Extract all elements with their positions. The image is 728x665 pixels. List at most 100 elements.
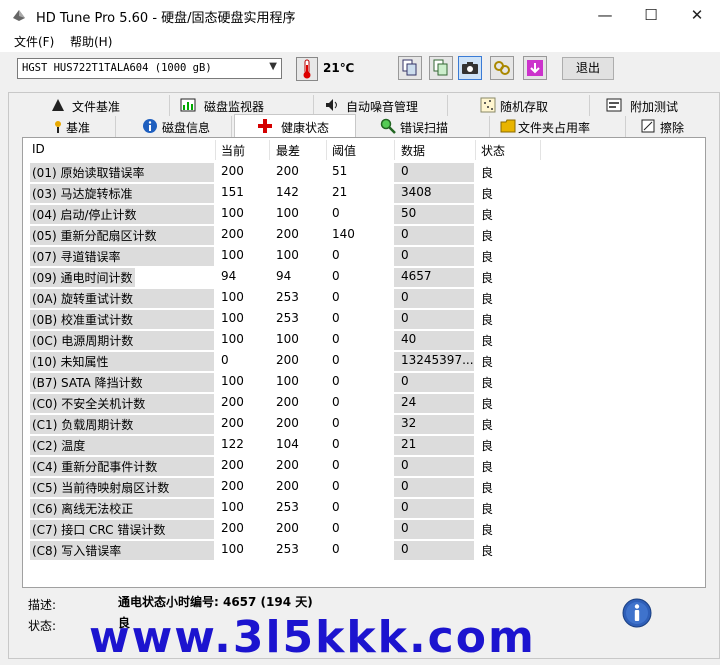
tab-erase[interactable]: 擦除: [630, 116, 706, 137]
minimize-button[interactable]: —: [582, 0, 628, 30]
row-status: 良: [481, 355, 494, 369]
row-worst: 253: [276, 542, 299, 556]
col-header-current[interactable]: 当前: [221, 142, 245, 159]
tab-file-benchmark[interactable]: 文件基准: [40, 95, 170, 116]
row-worst: 200: [276, 227, 299, 241]
exit-button[interactable]: 退出: [562, 57, 614, 80]
info-circle-icon[interactable]: [622, 598, 652, 628]
row-status: 良: [481, 334, 494, 348]
row-id: (07) 寻道错误率: [32, 250, 121, 264]
row-current: 0: [221, 353, 229, 367]
row-current: 200: [221, 227, 244, 241]
options-button[interactable]: [490, 56, 514, 80]
tab-folder-usage[interactable]: 文件夹占用率: [490, 116, 626, 137]
row-worst: 104: [276, 437, 299, 451]
row-worst: 100: [276, 248, 299, 262]
row-status: 良: [481, 208, 494, 222]
row-threshold: 0: [332, 353, 340, 367]
col-header-threshold[interactable]: 阈值: [332, 142, 356, 159]
row-id: (04) 启动/停止计数: [32, 208, 137, 222]
col-divider: [326, 140, 327, 160]
row-id: (C7) 接口 CRC 错误计数: [32, 523, 166, 537]
row-status: 良: [481, 187, 494, 201]
background-window-edge: [720, 52, 728, 665]
health-cross-icon: [258, 119, 272, 133]
tab-noise-management[interactable]: 自动噪音管理: [314, 95, 448, 116]
col-header-data[interactable]: 数据: [401, 142, 425, 159]
row-status: 良: [481, 313, 494, 327]
row-data: 32: [401, 416, 417, 430]
row-threshold: 0: [332, 479, 340, 493]
tab-benchmark[interactable]: 基准: [40, 116, 116, 137]
row-current: 151: [221, 185, 244, 199]
row-worst: 253: [276, 500, 299, 514]
row-id: (09) 通电时间计数: [32, 271, 133, 285]
drive-select[interactable]: HGST HUS722T1TALA604 (1000 gB) ▼: [17, 58, 282, 79]
col-header-id[interactable]: ID: [32, 142, 45, 156]
menu-bar: 文件(F) 帮助(H): [0, 30, 728, 52]
row-current: 200: [221, 521, 244, 535]
menu-help[interactable]: 帮助(H): [70, 33, 112, 50]
row-current: 100: [221, 374, 244, 388]
description-label: 描述:: [28, 598, 57, 612]
row-id: (C0) 不安全关机计数: [32, 397, 146, 411]
col-divider: [540, 140, 541, 160]
row-threshold: 0: [332, 248, 340, 262]
row-worst: 200: [276, 521, 299, 535]
row-threshold: 0: [332, 269, 340, 283]
speaker-icon: [326, 99, 337, 111]
row-status: 良: [481, 292, 494, 306]
chevron-down-icon: ▼: [269, 61, 277, 72]
row-threshold: 0: [332, 374, 340, 388]
tab-disk-info[interactable]: 磁盘信息: [132, 116, 232, 137]
row-data: 0: [401, 311, 409, 325]
row-id: (C1) 负载周期计数: [32, 418, 134, 432]
row-threshold: 0: [332, 458, 340, 472]
copy-all-button[interactable]: [429, 56, 453, 80]
row-worst: 100: [276, 374, 299, 388]
screenshot-button[interactable]: [458, 56, 482, 80]
row-threshold: 51: [332, 164, 348, 178]
magnifier-icon: [380, 118, 396, 134]
row-id: (05) 重新分配扇区计数: [32, 229, 157, 243]
row-worst: 253: [276, 311, 299, 325]
row-threshold: 0: [332, 395, 340, 409]
tab-health[interactable]: 健康状态: [234, 114, 356, 138]
row-data: 0: [401, 479, 409, 493]
row-data: 3408: [401, 185, 432, 199]
tab-random-access[interactable]: 随机存取: [470, 95, 590, 116]
row-data: 0: [401, 500, 409, 514]
row-id: (C8) 写入错误率: [32, 544, 122, 558]
window-title: HD Tune Pro 5.60 - 硬盘/固态硬盘实用程序: [36, 11, 296, 26]
row-current: 100: [221, 311, 244, 325]
watermark-text: www.3l5kkk.com: [89, 612, 536, 663]
tab-disk-monitor[interactable]: 磁盘监视器: [170, 95, 314, 116]
row-worst: 200: [276, 458, 299, 472]
row-status: 良: [481, 229, 494, 243]
row-current: 100: [221, 332, 244, 346]
save-icon: [527, 60, 543, 76]
col-divider: [394, 140, 395, 160]
close-button[interactable]: ✕: [674, 0, 720, 30]
row-threshold: 0: [332, 416, 340, 430]
maximize-button[interactable]: ☐: [628, 0, 674, 30]
col-header-worst[interactable]: 最差: [276, 142, 300, 159]
row-worst: 200: [276, 164, 299, 178]
tab-extra-tests[interactable]: 附加测试: [596, 95, 706, 116]
row-data: 24: [401, 395, 417, 409]
row-data: 0: [401, 374, 409, 388]
row-threshold: 21: [332, 185, 348, 199]
row-current: 100: [221, 248, 244, 262]
row-current: 122: [221, 437, 244, 451]
row-status: 良: [481, 439, 494, 453]
row-threshold: 0: [332, 500, 340, 514]
copy-button[interactable]: [398, 56, 422, 80]
row-data: 50: [401, 206, 417, 220]
row-data: 13245397...: [401, 353, 474, 367]
col-header-status[interactable]: 状态: [481, 142, 505, 159]
row-data: 0: [401, 290, 409, 304]
hdtune-app-icon: [13, 10, 25, 21]
menu-file[interactable]: 文件(F): [14, 33, 54, 50]
tab-error-scan[interactable]: 错误扫描: [370, 116, 490, 137]
save-button[interactable]: [523, 56, 547, 80]
